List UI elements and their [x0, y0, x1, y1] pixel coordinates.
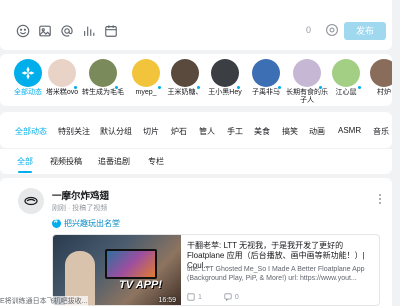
- tab-video[interactable]: 视频投稿: [50, 156, 82, 167]
- avatar: [89, 59, 117, 87]
- update-dot: [114, 85, 119, 90]
- avatar: [370, 59, 392, 87]
- group-tabs: 全部动态 特别关注 默认分组 切片 炉石 管人 手工 美食 搞笑 动画 ASMR…: [0, 112, 392, 148]
- type-tabs: 全部 视频投稿 追番追剧 专栏: [0, 148, 392, 174]
- comments-count: 0: [234, 293, 239, 301]
- up-name: 转生成为毛毛: [82, 89, 124, 96]
- topic-icon: [52, 218, 61, 228]
- group-tab[interactable]: 特别关注: [58, 126, 90, 137]
- up-item[interactable]: 转生成为毛毛: [79, 59, 127, 97]
- group-tab[interactable]: 美食: [254, 126, 270, 137]
- video-duration: 16:59: [158, 297, 176, 304]
- tab-all[interactable]: 全部: [17, 156, 33, 167]
- image-icon[interactable]: [38, 24, 52, 38]
- thumbnail-tv-screen: [105, 249, 157, 279]
- avatar: [293, 59, 321, 87]
- avatar: [171, 59, 199, 87]
- author-name[interactable]: 一摩尔炸鸡翅: [52, 188, 109, 202]
- author-avatar[interactable]: [18, 188, 44, 214]
- settings-icon[interactable]: [325, 23, 339, 37]
- group-tab[interactable]: ASMR: [338, 126, 361, 135]
- emoji-icon[interactable]: [16, 24, 30, 38]
- group-tab[interactable]: 搞笑: [282, 126, 298, 137]
- active-tab-indicator: [18, 171, 32, 173]
- tab-bangumi[interactable]: 追番追剧: [98, 156, 130, 167]
- thumbnail-text: TV APP!: [119, 279, 162, 291]
- floating-overlay-text: E将训练通日本飞机吧拔收...: [0, 296, 88, 306]
- poll-icon[interactable]: [82, 24, 96, 38]
- avatar: [332, 59, 360, 87]
- post-composer: 0 发布: [0, 0, 392, 50]
- group-tab[interactable]: 音乐: [373, 126, 389, 137]
- group-tab[interactable]: 手工: [227, 126, 243, 137]
- update-dot: [236, 85, 241, 90]
- group-tab[interactable]: 切片: [143, 126, 159, 137]
- group-tab[interactable]: 全部动态: [15, 126, 47, 137]
- group-tab[interactable]: 炉石: [171, 126, 187, 137]
- comments-stat[interactable]: 0: [224, 293, 239, 301]
- tab-article[interactable]: 专栏: [148, 156, 164, 167]
- video-description: title: LTT Ghosted Me_So I Made A Better…: [187, 266, 365, 282]
- avatar: [48, 59, 76, 87]
- group-tab[interactable]: 管人: [199, 126, 215, 137]
- avatar: [132, 59, 160, 87]
- post-meta: 刚刚 · 投稿了视频: [52, 205, 108, 212]
- update-dot: [73, 85, 78, 90]
- at-icon[interactable]: [60, 24, 74, 38]
- video-card[interactable]: TV APP! 16:59 干翻老苹: LTT 无视我，于是我开发了更好的 Fl…: [52, 234, 380, 306]
- avatar: [211, 59, 239, 87]
- char-count: 0: [306, 25, 312, 35]
- more-icon[interactable]: [378, 192, 382, 204]
- up-name: 村炉: [377, 89, 391, 96]
- group-tab[interactable]: 默认分组: [100, 126, 132, 137]
- dynamic-card: 一摩尔炸鸡翅 刚刚 · 投稿了视频 把兴趣玩出名堂 TV APP! 16:59 …: [0, 178, 392, 306]
- comment-icon: [224, 293, 232, 301]
- like-icon: [187, 293, 195, 301]
- schedule-icon[interactable]: [104, 24, 118, 38]
- publish-button[interactable]: 发布: [344, 22, 386, 40]
- avatar: [252, 59, 280, 87]
- up-item[interactable]: 村炉: [360, 59, 392, 97]
- update-dot: [277, 85, 282, 90]
- group-tab[interactable]: 动画: [309, 126, 325, 137]
- topic-link[interactable]: 把兴趣玩出名堂: [52, 218, 120, 229]
- likes-count: 1: [198, 293, 202, 301]
- topic-label: 把兴趣玩出名堂: [64, 219, 120, 228]
- video-stats: 1 0: [187, 293, 239, 301]
- likes-stat[interactable]: 1: [187, 293, 202, 301]
- followed-ups-bar: 全部动态 塔米糕ovo 转生成为毛毛 myep_ 王米奶糖、 王小黑Hey 子禹…: [0, 54, 392, 106]
